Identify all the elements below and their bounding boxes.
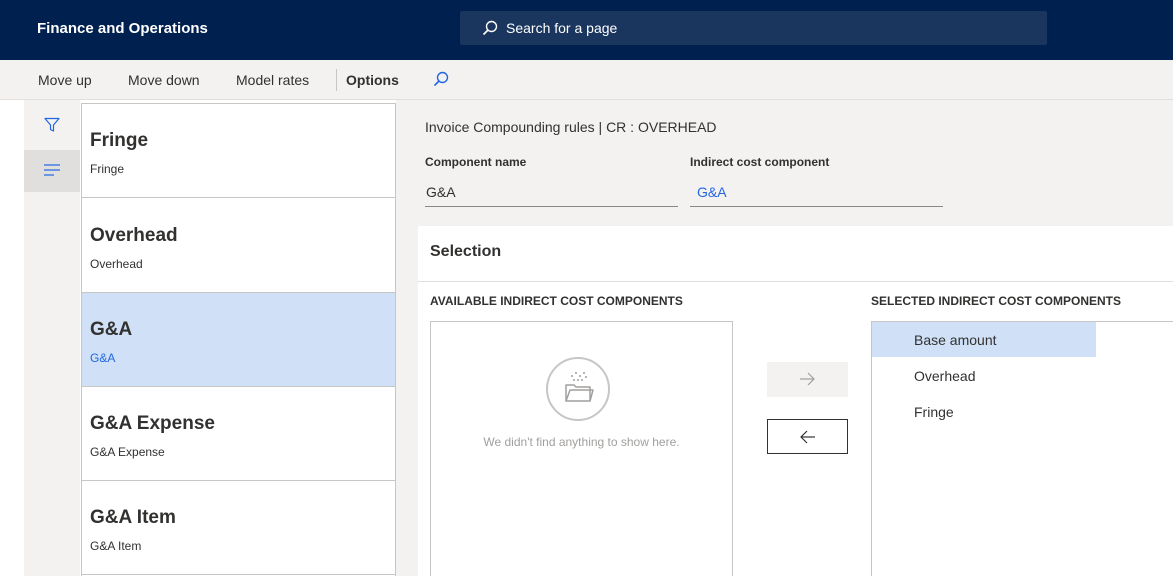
selected-item-base-amount[interactable]: Base amount xyxy=(872,322,1096,357)
list-item-ga[interactable]: G&A G&A xyxy=(82,293,395,387)
add-to-selected-button[interactable] xyxy=(767,362,848,397)
move-up-button[interactable]: Move up xyxy=(38,72,92,88)
search-icon xyxy=(482,20,498,36)
list-item-title: Overhead xyxy=(90,225,178,246)
list-item-subtitle: Overhead xyxy=(90,257,143,271)
list-item-ga-item[interactable]: G&A Item G&A Item xyxy=(82,481,395,575)
selection-title[interactable]: Selection xyxy=(430,243,501,261)
list-item-subtitle: G&A Expense xyxy=(90,445,165,459)
selected-item-overhead[interactable]: Overhead xyxy=(872,358,1096,393)
component-name-label: Component name xyxy=(425,155,527,169)
app-title[interactable]: Finance and Operations xyxy=(37,20,208,37)
list-item-overhead[interactable]: Overhead Overhead xyxy=(82,199,395,293)
breadcrumb: Invoice Compounding rules | CR : OVERHEA… xyxy=(425,119,717,135)
options-button[interactable]: Options xyxy=(346,72,399,88)
model-rates-button[interactable]: Model rates xyxy=(236,72,309,88)
action-pane-gutter xyxy=(0,60,24,100)
indirect-cost-component-field[interactable]: G&A xyxy=(690,178,943,207)
selected-item-fringe[interactable]: Fringe xyxy=(872,394,1096,429)
list-item-ga-expense[interactable]: G&A Expense G&A Expense xyxy=(82,387,395,481)
arrow-right-icon xyxy=(800,372,815,386)
left-gutter xyxy=(0,100,24,576)
indirect-cost-component-label: Indirect cost component xyxy=(690,155,830,169)
empty-folder-icon xyxy=(546,357,610,421)
list-view-toggle[interactable] xyxy=(24,150,80,192)
list-item-subtitle: Fringe xyxy=(90,162,125,176)
search-placeholder: Search for a page xyxy=(506,20,618,36)
action-search-icon[interactable] xyxy=(433,71,449,87)
filter-icon[interactable] xyxy=(44,117,60,133)
move-down-button[interactable]: Move down xyxy=(128,72,200,88)
action-separator xyxy=(336,69,337,91)
list-icon xyxy=(44,164,60,176)
selection-divider xyxy=(418,281,1173,282)
component-list: Fringe Fringe Overhead Overhead G&A G&A … xyxy=(81,103,396,576)
top-nav-bar: Finance and Operations Search for a page xyxy=(0,0,1173,60)
list-item-title: G&A xyxy=(90,319,133,340)
list-item-title: G&A Item xyxy=(90,507,176,528)
arrow-left-icon xyxy=(800,430,815,444)
list-item-subtitle: G&A Item xyxy=(90,539,142,553)
list-item-title: G&A Expense xyxy=(90,413,215,434)
remove-from-selected-button[interactable] xyxy=(767,419,848,454)
list-item-fringe[interactable]: Fringe Fringe xyxy=(82,104,395,198)
list-item-title: Fringe xyxy=(90,130,149,151)
available-components-header: AVAILABLE INDIRECT COST COMPONENTS xyxy=(430,294,683,308)
action-pane: Move up Move down Model rates Options xyxy=(24,60,1173,100)
component-name-field[interactable]: G&A xyxy=(425,178,678,207)
empty-state-message: We didn't find anything to show here. xyxy=(483,435,680,449)
selected-components-header: SELECTED INDIRECT COST COMPONENTS xyxy=(871,294,1122,308)
list-item-subtitle: G&A xyxy=(90,351,116,365)
page-search-box[interactable]: Search for a page xyxy=(460,11,1047,45)
